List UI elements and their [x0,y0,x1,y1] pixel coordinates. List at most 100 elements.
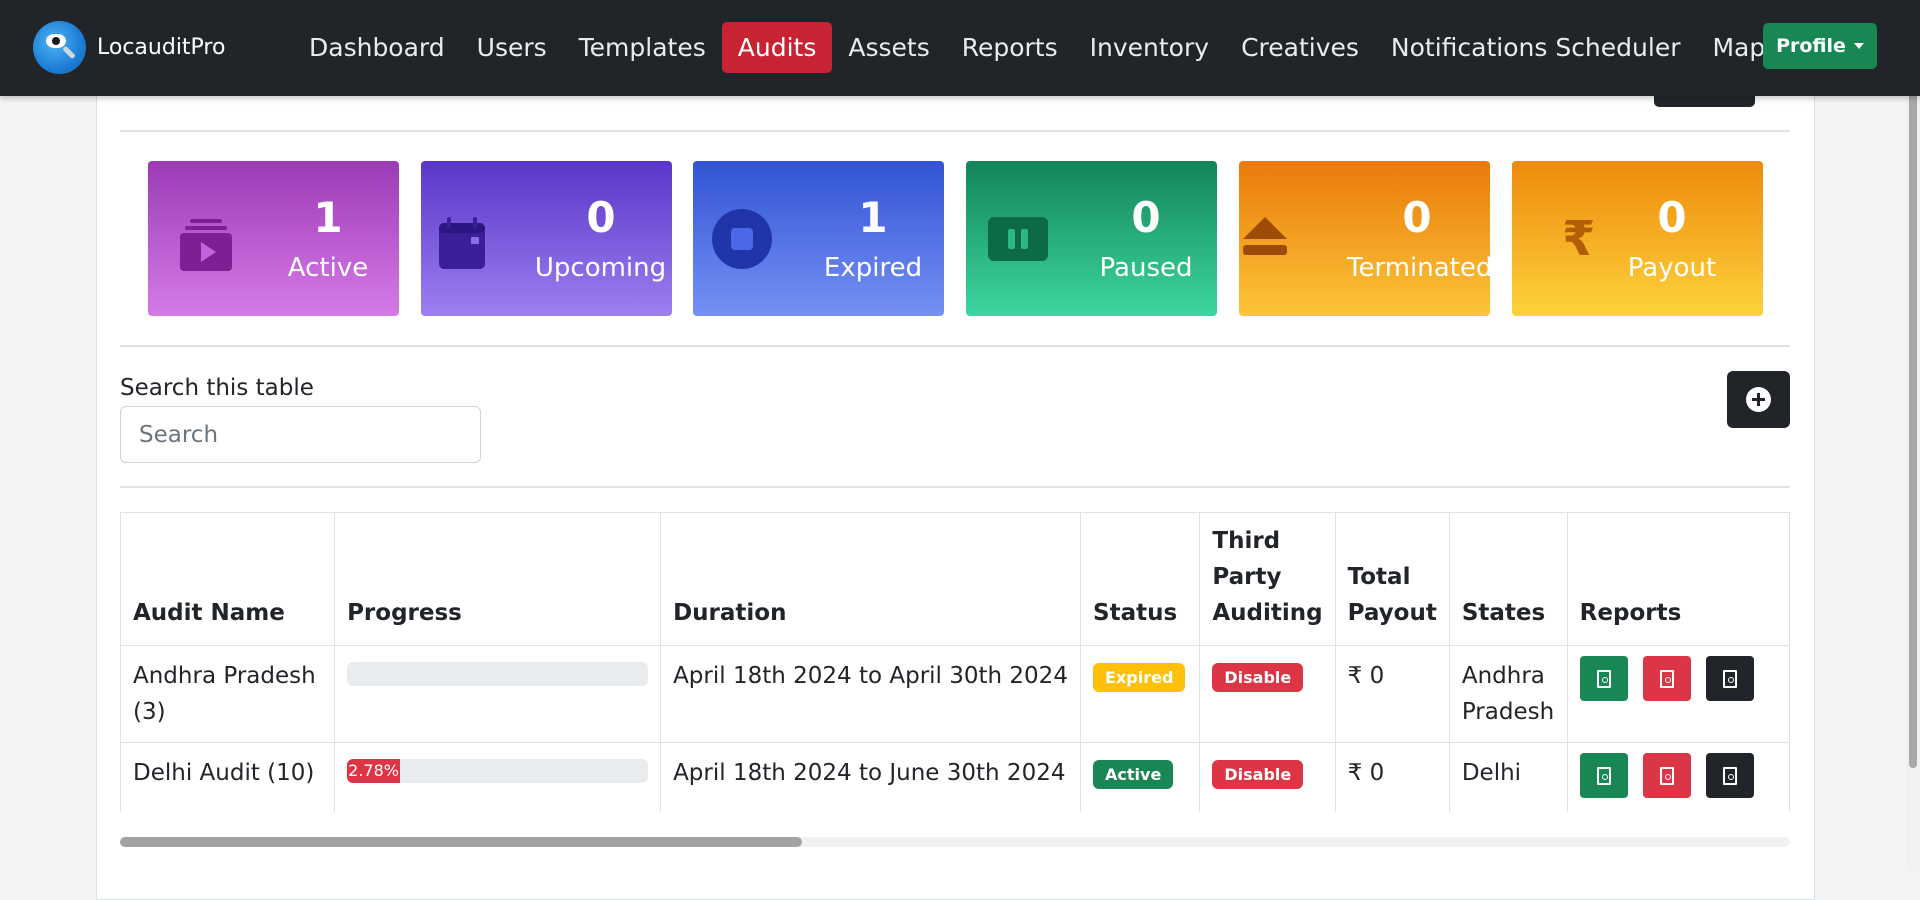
nav-menu: Dashboard Users Templates Audits Assets … [293,22,1781,73]
nav-item-inventory[interactable]: Inventory [1074,22,1225,73]
file-excel-icon [1596,669,1611,688]
progress-track [347,662,649,686]
table-horizontal-scrollbar[interactable] [120,837,1790,847]
col-header-duration[interactable]: Duration [660,512,1082,646]
audits-table-container: Audit Name Progress Duration Status Thir… [120,512,1790,812]
download-zip-button[interactable] [1705,753,1754,798]
states-cell: Andhra Pradesh [1448,645,1568,743]
header-action-button[interactable] [1654,96,1755,107]
status-cell: Active [1080,742,1201,812]
audit-name-cell[interactable]: Andhra Pradesh (3) [120,645,336,743]
stop-circle-icon [712,209,772,269]
search-input[interactable] [120,406,481,463]
play-stack-icon [180,219,232,271]
col-header-reports[interactable]: Reports [1566,512,1790,646]
table-row: Delhi Audit (10) 2.78% April 18th 2024 t… [120,742,1790,812]
third-party-cell: Disable [1199,742,1336,812]
download-pdf-button[interactable] [1642,753,1691,798]
reports-cell [1566,645,1790,743]
duration-cell: April 18th 2024 to April 30th 2024 [660,645,1082,743]
stat-count: 0 [1402,193,1432,242]
stat-count: 0 [1131,193,1161,242]
progress-bar: 2.78% [347,759,401,783]
top-navbar: LocauditPro Dashboard Users Templates Au… [0,0,1920,96]
payout-cell: ₹ 0 [1334,742,1450,812]
stat-label: Active [287,253,369,283]
stat-tile-payout[interactable]: ₹ 0 Payout [1512,161,1763,316]
table-row: Andhra Pradesh (3) April 18th 2024 to Ap… [120,645,1790,743]
scrollbar-thumb[interactable] [1909,82,1917,768]
progress-cell [334,645,662,743]
audits-table: Audit Name Progress Duration Status Thir… [120,512,1790,812]
pause-icon [988,217,1048,261]
download-pdf-button[interactable] [1642,656,1691,701]
states-cell: Delhi [1448,742,1568,812]
stat-tile-paused[interactable]: 0 Paused [966,161,1217,316]
profile-dropdown-button[interactable]: Profile [1763,23,1877,69]
col-header-progress[interactable]: Progress [334,512,662,646]
file-zip-icon [1722,669,1737,688]
file-excel-icon [1596,766,1611,785]
caret-down-icon [1853,43,1864,49]
calendar-icon [439,217,485,269]
stat-tile-terminated[interactable]: 0 Terminated [1239,161,1490,316]
brand-name: LocauditPro [97,35,226,60]
page-vertical-scrollbar[interactable] [1906,80,1920,871]
plus-circle-icon [1746,387,1771,412]
download-zip-button[interactable] [1705,656,1754,701]
rupee-icon: ₹ [1562,211,1596,267]
file-pdf-icon [1659,766,1674,785]
nav-item-users[interactable]: Users [461,22,563,73]
stat-label: Paused [1099,253,1193,283]
download-excel-button[interactable] [1579,753,1628,798]
col-header-total-payout[interactable]: Total Payout [1334,512,1450,646]
stat-label: Terminated [1347,253,1490,283]
third-party-cell: Disable [1199,645,1336,743]
col-header-states[interactable]: States [1448,512,1568,646]
third-party-badge[interactable]: Disable [1212,663,1304,692]
brand-logo [33,21,86,74]
stat-tile-active[interactable]: 1 Active [148,161,399,316]
scrollbar-thumb[interactable] [120,837,802,847]
duration-cell: April 18th 2024 to June 30th 2024 [660,742,1082,812]
add-audit-button[interactable] [1727,371,1790,428]
nav-item-dashboard[interactable]: Dashboard [293,22,461,73]
stat-count: 0 [586,193,616,242]
stat-label: Expired [823,253,923,283]
divider [120,130,1790,132]
status-cell: Expired [1080,645,1201,743]
nav-item-audits[interactable]: Audits [721,22,833,73]
nav-item-templates[interactable]: Templates [563,22,722,73]
progress-track: 2.78% [347,759,649,783]
status-badge: Expired [1093,663,1186,692]
stat-label: Upcoming [534,253,667,283]
stat-tile-upcoming[interactable]: 0 Upcoming [421,161,672,316]
file-zip-icon [1722,766,1737,785]
third-party-badge[interactable]: Disable [1212,760,1304,789]
divider [120,345,1790,347]
audit-name-cell[interactable]: Delhi Audit (10) [120,742,336,812]
eject-icon [1243,217,1287,255]
nav-item-assets[interactable]: Assets [832,22,945,73]
stat-count: 1 [858,193,888,242]
stat-label: Payout [1627,253,1717,283]
nav-item-notifications-scheduler[interactable]: Notifications Scheduler [1375,22,1697,73]
col-header-status[interactable]: Status [1080,512,1201,646]
divider [120,486,1790,488]
file-pdf-icon [1659,669,1674,688]
brand[interactable]: LocauditPro [33,21,225,74]
progress-cell: 2.78% [334,742,662,812]
profile-label: Profile [1776,35,1846,57]
status-badge: Active [1093,760,1174,789]
nav-item-creatives[interactable]: Creatives [1225,22,1375,73]
nav-item-reports[interactable]: Reports [946,22,1074,73]
col-header-third-party[interactable]: Third Party Auditing [1199,512,1336,646]
download-excel-button[interactable] [1579,656,1628,701]
col-header-audit-name[interactable]: Audit Name [120,512,336,646]
search-label: Search this table [120,375,314,401]
reports-cell [1566,742,1790,812]
stat-count: 0 [1657,193,1687,242]
stat-count: 1 [313,193,343,242]
payout-cell: ₹ 0 [1334,645,1450,743]
stat-tile-expired[interactable]: 1 Expired [693,161,944,316]
